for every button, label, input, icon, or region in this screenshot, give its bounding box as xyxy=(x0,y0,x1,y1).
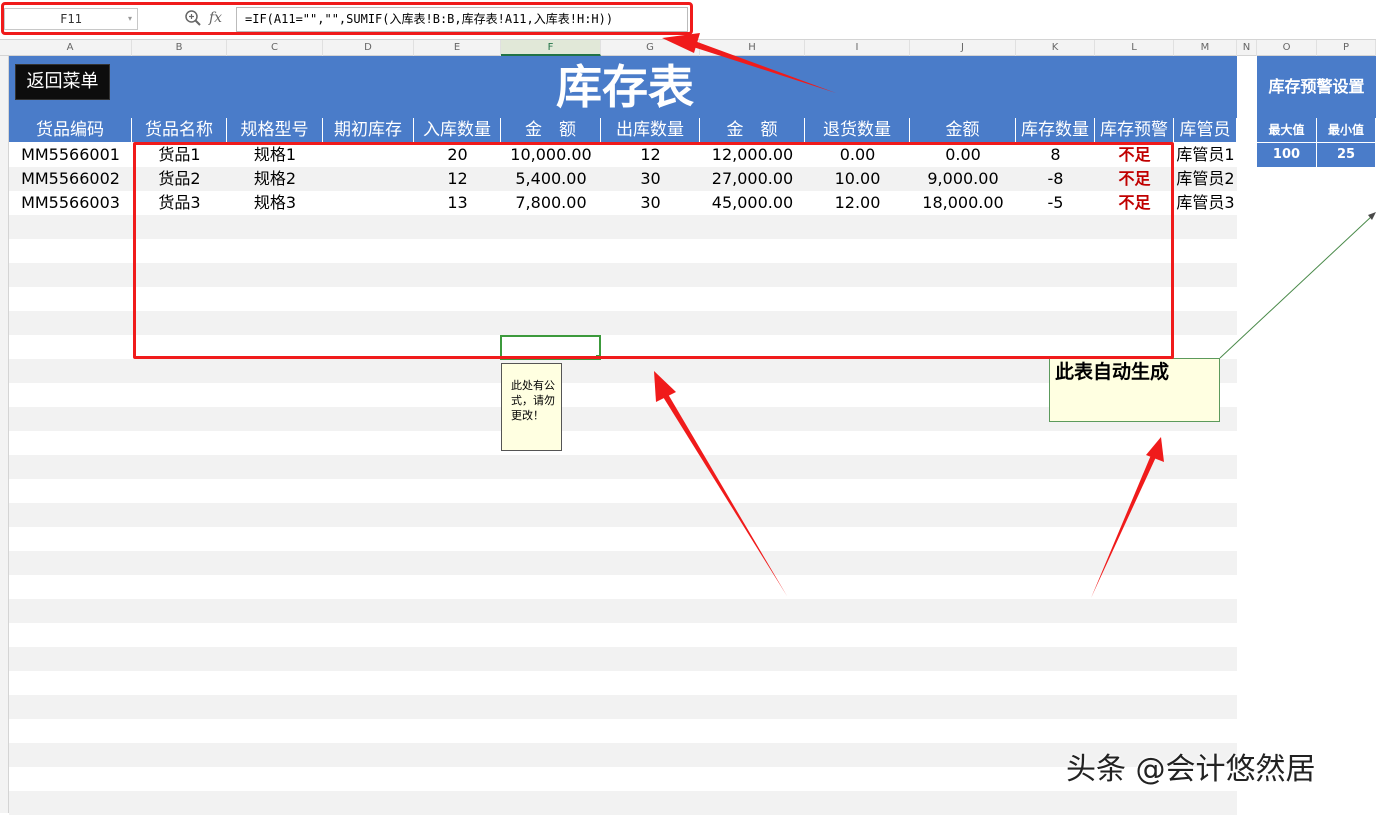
table-header-cell: 货品编码 xyxy=(9,118,132,142)
min-value-label: 最小值 xyxy=(1317,118,1376,142)
table-header-cell: 货品名称 xyxy=(132,118,227,142)
column-header-c[interactable]: C xyxy=(227,40,323,56)
column-header-i[interactable]: I xyxy=(805,40,910,56)
watermark: 头条 @会计悠然居 xyxy=(1066,752,1316,787)
table-header-cell: 库存预警 xyxy=(1095,118,1174,142)
column-header-a[interactable]: A xyxy=(9,40,132,56)
table-header-cell: 期初库存 xyxy=(323,118,414,142)
table-cell[interactable]: MM5566001 xyxy=(9,143,132,167)
table-header-cell: 金 额 xyxy=(501,118,601,142)
column-header-f[interactable]: F xyxy=(501,40,601,56)
table-cell[interactable]: MM5566002 xyxy=(9,167,132,191)
grid-row-stripe xyxy=(9,503,1237,527)
table-header-cell: 金额 xyxy=(910,118,1016,142)
column-header-m[interactable]: M xyxy=(1174,40,1237,56)
grid-row-stripe xyxy=(9,743,1237,767)
table-header-cell: 库管员 xyxy=(1174,118,1237,142)
table-header-cell: 库存数量 xyxy=(1016,118,1095,142)
table-header-cell: 金 额 xyxy=(700,118,805,142)
column-header-g[interactable]: G xyxy=(601,40,700,56)
stock-warning-settings-title: 库存预警设置 xyxy=(1257,56,1376,118)
column-header-h[interactable]: H xyxy=(700,40,805,56)
max-value-label: 最大值 xyxy=(1257,118,1317,142)
column-header-row: ABCDEFGHIJKLMNOP xyxy=(0,40,1376,56)
formula-highlight-box xyxy=(1,2,693,35)
back-to-menu-button[interactable]: 返回菜单 xyxy=(15,64,110,100)
table-cell[interactable]: 库管员2 xyxy=(1174,167,1237,191)
formula-comment-note: 此处有公式，请勿更改！ xyxy=(501,363,562,451)
min-value-cell[interactable]: 25 xyxy=(1317,143,1376,167)
column-header-b[interactable]: B xyxy=(132,40,227,56)
grid-row-stripe xyxy=(9,647,1237,671)
column-header-p[interactable]: P xyxy=(1317,40,1376,56)
table-header-cell: 出库数量 xyxy=(601,118,700,142)
max-value-cell[interactable]: 100 xyxy=(1257,143,1317,167)
table-cell[interactable]: 库管员1 xyxy=(1174,143,1237,167)
grid-row-stripe xyxy=(9,695,1237,719)
table-cell[interactable]: MM5566003 xyxy=(9,191,132,215)
row-header-strip[interactable] xyxy=(0,56,9,813)
column-header-e[interactable]: E xyxy=(414,40,501,56)
grid-row-stripe xyxy=(9,551,1237,575)
column-header-l[interactable]: L xyxy=(1095,40,1174,56)
column-header-k[interactable]: K xyxy=(1016,40,1095,56)
table-highlight-box xyxy=(133,142,1174,359)
column-header-j[interactable]: J xyxy=(910,40,1016,56)
auto-generated-note: 此表自动生成 xyxy=(1049,358,1220,422)
table-header-cell: 退货数量 xyxy=(805,118,910,142)
column-header-o[interactable]: O xyxy=(1257,40,1317,56)
comment-connector-line xyxy=(1219,212,1376,359)
column-header-n[interactable]: N xyxy=(1237,40,1257,56)
table-header-cell: 规格型号 xyxy=(227,118,323,142)
table-header-cell: 入库数量 xyxy=(414,118,501,142)
grid-row-stripe xyxy=(9,455,1237,479)
column-header-d[interactable]: D xyxy=(323,40,414,56)
table-cell[interactable]: 库管员3 xyxy=(1174,191,1237,215)
grid-row-stripe xyxy=(9,791,1237,815)
grid-row-stripe xyxy=(9,599,1237,623)
page-title: 库存表 xyxy=(556,60,694,114)
